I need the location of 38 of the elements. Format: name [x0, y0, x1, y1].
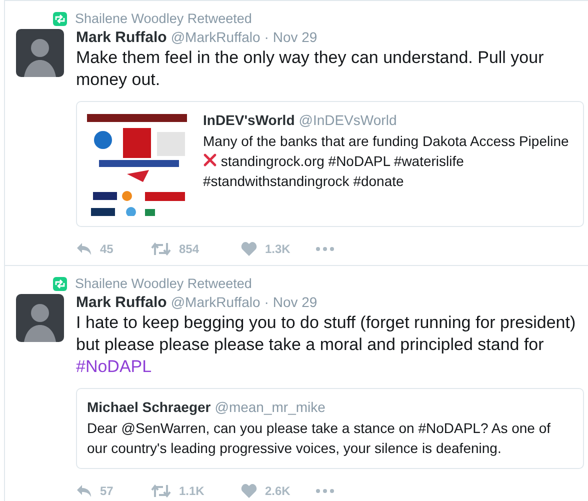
tweet-date[interactable]: · Nov 29	[264, 294, 318, 310]
heart-icon	[241, 242, 257, 256]
tweet-text: I hate to keep begging you to do stuff (forget running for president) but please please please take a moral and principled stand for #NoDAPL	[76, 312, 577, 378]
quoted-tweet-text: Dear @SenWarren, can you please take a stance on #NoDAPL? As one of our country's leading progressive voices, your silence is deafening.	[87, 419, 552, 458]
author-name[interactable]: Mark Ruffalo	[76, 29, 167, 46]
reply-button[interactable]: 57	[76, 484, 151, 498]
author-handle[interactable]: @MarkRuffalo	[170, 29, 260, 45]
reply-icon	[76, 242, 92, 256]
author-handle[interactable]: @MarkRuffalo	[170, 294, 260, 310]
author-name[interactable]: Mark Ruffalo	[76, 294, 167, 311]
tweet-text: Make them feel in the only way they can understand. Pull your money out.	[76, 47, 545, 91]
quoted-author-name: Michael Schraeger	[87, 399, 211, 415]
retweet-arrows-icon	[151, 484, 171, 498]
avatar-icon[interactable]	[16, 29, 64, 77]
avatar-icon[interactable]	[16, 294, 64, 342]
retweet-arrows-icon	[151, 242, 171, 256]
quoted-author-handle: @mean_mr_mike	[214, 399, 326, 415]
retweet-button[interactable]: 1.1K	[151, 484, 241, 498]
like-button[interactable]: 1.3K	[241, 242, 316, 256]
retweeted-by-label: Shailene Woodley Retweeted	[75, 276, 252, 291]
quoted-tweet-text: Many of the banks that are funding Dakota Access Pipeline standingrock.org #NoDAPL #waterislife #standwithstandingrock #donate	[203, 132, 570, 191]
cross-icon	[203, 153, 217, 167]
like-button[interactable]: 2.6K	[241, 484, 316, 498]
quoted-tweet[interactable]: Michael Schraeger @mean_mr_mike Dear @SenWarren, can you please take a stance on #NoDAPL? As one of our country's leading progressive voices, your silence is deafening.	[76, 388, 584, 469]
tweet-date[interactable]: · Nov 29	[264, 29, 318, 45]
heart-icon	[241, 484, 257, 498]
quoted-author-handle: @InDEVsWorld	[298, 112, 397, 128]
retweet-button[interactable]: 854	[151, 242, 241, 256]
quoted-tweet[interactable]: InDEV'sWorld @InDEVsWorld Many of the banks that are funding Dakota Access Pipeline standingrock.org #NoDAPL #waterislife #standwithstandingrock #donate	[76, 101, 584, 227]
more-icon	[316, 247, 334, 251]
reply-button[interactable]: 45	[76, 242, 151, 256]
retweet-icon	[53, 12, 67, 26]
reply-icon	[76, 484, 92, 498]
retweeted-by-label: Shailene Woodley Retweeted	[75, 11, 252, 26]
retweet-icon	[53, 276, 67, 290]
more-icon	[316, 489, 334, 493]
quoted-author-name: InDEV'sWorld	[203, 112, 295, 128]
hashtag-link[interactable]: #NoDAPL	[76, 357, 152, 376]
